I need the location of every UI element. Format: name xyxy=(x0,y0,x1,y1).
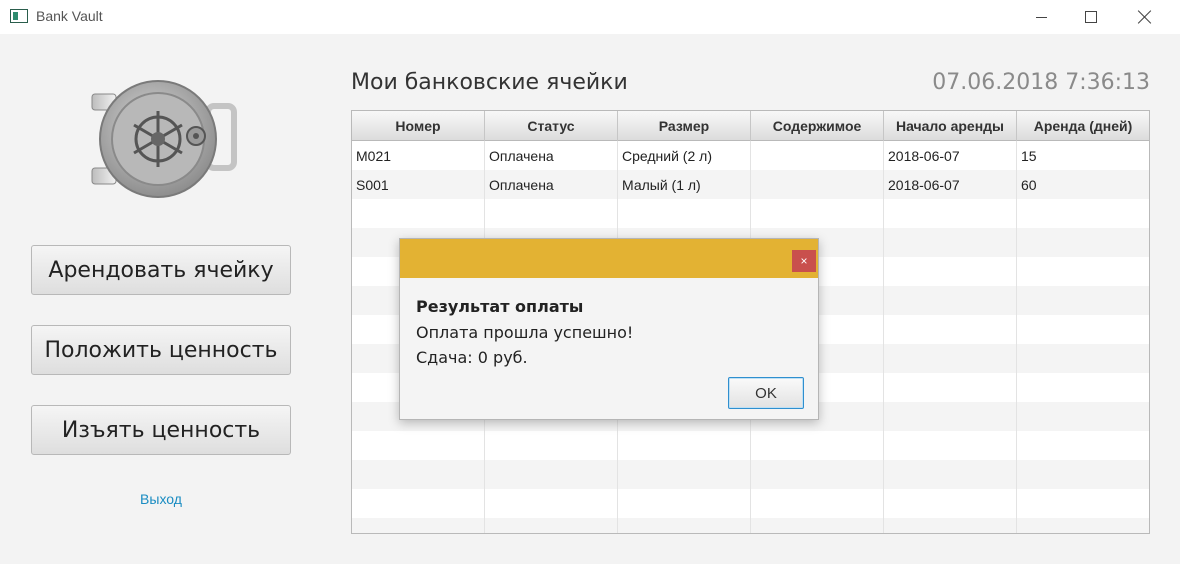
window-titlebar: Bank Vault xyxy=(0,0,1180,34)
cell-contents xyxy=(751,141,884,170)
exit-link[interactable]: Выход xyxy=(0,491,322,507)
close-icon xyxy=(1137,9,1153,25)
empty-table-row xyxy=(352,431,1149,460)
cell-size: Средний (2 л) xyxy=(618,141,751,170)
cell-status: Оплачена xyxy=(485,141,618,170)
datetime-display: 07.06.2018 7:36:13 xyxy=(932,70,1150,95)
column-header-rent-start[interactable]: Начало аренды xyxy=(884,111,1017,141)
cell-number: M021 xyxy=(352,141,485,170)
minimize-button[interactable] xyxy=(1018,0,1064,34)
cell-rent-start: 2018-06-07 xyxy=(884,170,1017,199)
column-header-rent-days[interactable]: Аренда (дней) xyxy=(1017,111,1149,141)
dialog-close-button[interactable]: × xyxy=(792,250,816,272)
cell-status: Оплачена xyxy=(485,170,618,199)
empty-table-row xyxy=(352,518,1149,533)
cell-rent-days: 15 xyxy=(1021,147,1037,164)
empty-table-row xyxy=(352,460,1149,489)
empty-table-row xyxy=(352,199,1149,228)
cell-rent-start: 2018-06-07 xyxy=(884,141,1017,170)
column-header-contents[interactable]: Содержимое xyxy=(751,111,884,141)
dialog-heading: Результат оплаты xyxy=(416,297,584,316)
minimize-icon xyxy=(1035,16,1047,18)
table-row[interactable]: S001 Оплачена Малый (1 л) 2018-06-07 60 xyxy=(352,170,1149,199)
empty-table-row xyxy=(352,489,1149,518)
table-row[interactable]: M021 Оплачена Средний (2 л) 2018-06-07 1… xyxy=(352,141,1149,170)
rent-cell-button[interactable]: Арендовать ячейку xyxy=(31,245,291,295)
window-title: Bank Vault xyxy=(36,8,103,24)
app-icon xyxy=(10,9,28,23)
cell-rent-days: 60 xyxy=(1021,176,1037,193)
cell-size: Малый (1 л) xyxy=(618,170,751,199)
maximize-button[interactable] xyxy=(1068,0,1114,34)
cell-contents xyxy=(751,170,884,199)
column-header-number[interactable]: Номер xyxy=(352,111,485,141)
withdraw-valuable-button[interactable]: Изъять ценность xyxy=(31,405,291,455)
dialog-message: Оплата прошла успешно! xyxy=(416,323,634,342)
payment-result-dialog: × Результат оплаты Оплата прошла успешно… xyxy=(399,238,819,420)
ok-button[interactable]: OK xyxy=(728,377,804,409)
dialog-change-text: Сдача: 0 руб. xyxy=(416,348,528,367)
column-header-status[interactable]: Статус xyxy=(485,111,618,141)
vault-door-icon xyxy=(91,80,237,198)
maximize-icon xyxy=(1085,11,1097,23)
close-window-button[interactable] xyxy=(1122,0,1168,34)
page-title: Мои банковские ячейки xyxy=(351,70,628,95)
table-header: Номер Статус Размер Содержимое Начало ар… xyxy=(352,111,1149,141)
deposit-valuable-button[interactable]: Положить ценность xyxy=(31,325,291,375)
column-header-size[interactable]: Размер xyxy=(618,111,751,141)
dialog-header: × xyxy=(400,239,818,278)
cell-number: S001 xyxy=(352,170,485,199)
